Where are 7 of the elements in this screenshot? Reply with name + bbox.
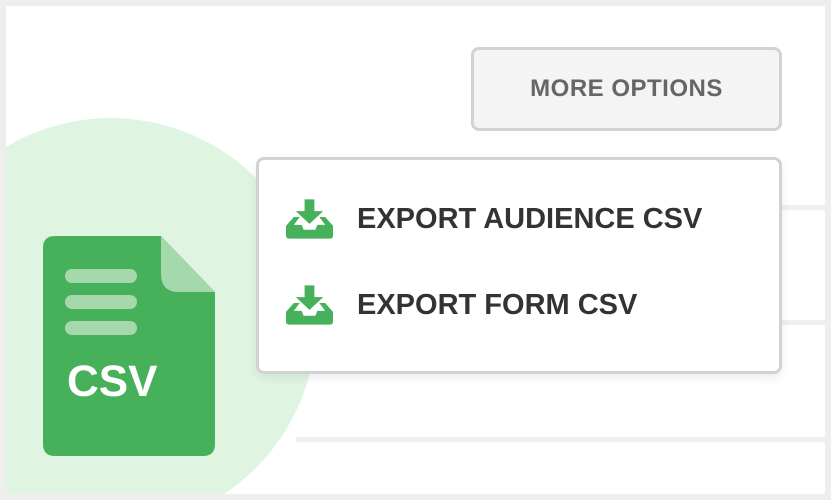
document-icon — [43, 236, 215, 456]
download-icon — [286, 285, 333, 325]
more-options-button[interactable]: MORE OPTIONS — [471, 47, 782, 131]
download-icon — [286, 199, 333, 239]
file-type-label: CSV — [67, 360, 158, 404]
menu-item[interactable]: EXPORT AUDIENCE CSV — [286, 190, 779, 248]
menu-item[interactable]: EXPORT FORM CSV — [286, 276, 779, 334]
